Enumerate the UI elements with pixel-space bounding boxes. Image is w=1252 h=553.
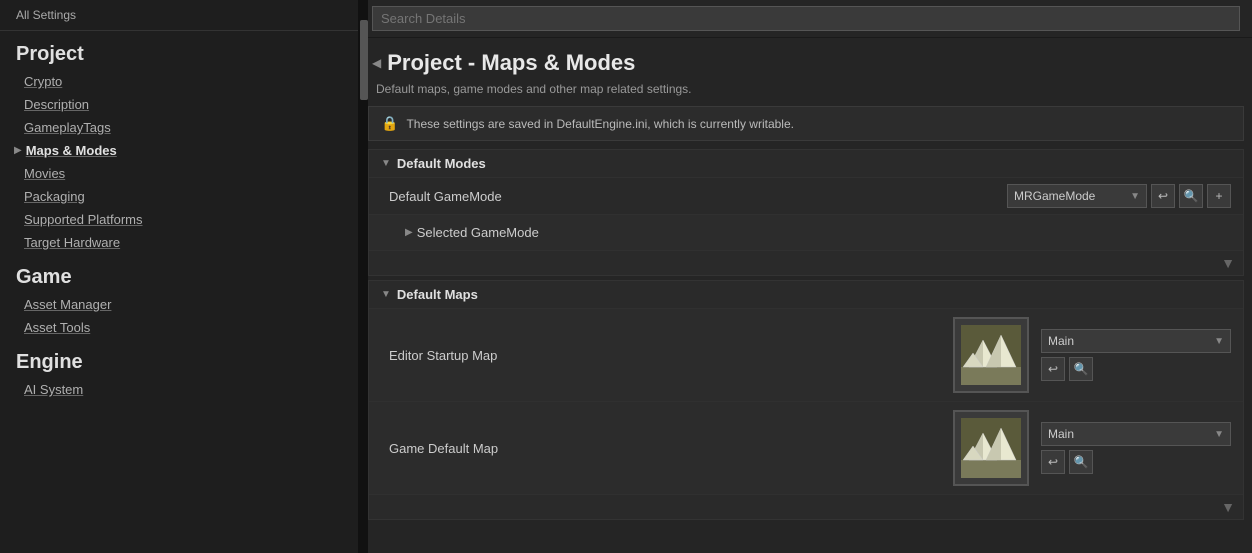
default-modes-section: ▼ Default Modes Default GameMode MRGameM… [368, 149, 1244, 276]
sidebar-item-movies[interactable]: Movies [0, 162, 358, 185]
default-gamemode-row: Default GameMode MRGameMode ▼ ↩ 🔍 + [369, 177, 1243, 214]
default-gamemode-reset-button[interactable]: ↩ [1151, 184, 1175, 208]
default-modes-down-arrow-icon: ▼ [1221, 255, 1235, 271]
default-modes-title-bar[interactable]: ▼ Default Modes [369, 150, 1243, 177]
default-gamemode-dropdown-value: MRGameMode [1014, 189, 1095, 203]
default-maps-footer: ▼ [369, 494, 1243, 519]
sidebar-scrollbar [360, 0, 368, 553]
sidebar-item-asset-manager[interactable]: Asset Manager [0, 293, 358, 316]
info-bar: 🔒 These settings are saved in DefaultEng… [368, 106, 1244, 141]
selected-gamemode-expand-icon[interactable]: ▶ [405, 227, 413, 238]
project-section-header: Project [0, 31, 358, 70]
default-maps-collapse-icon: ▼ [381, 289, 391, 300]
game-section-header: Game [0, 254, 358, 293]
game-default-map-dropdown[interactable]: Main ▼ [1041, 422, 1231, 446]
sidebar-item-crypto[interactable]: Crypto [0, 70, 358, 93]
search-bar [360, 0, 1252, 38]
editor-startup-map-thumbnail [953, 317, 1029, 393]
game-default-map-search-button[interactable]: 🔍 [1069, 450, 1093, 474]
editor-startup-map-reset-button[interactable]: ↩ [1041, 357, 1065, 381]
editor-startup-map-search-button[interactable]: 🔍 [1069, 357, 1093, 381]
sidebar-item-packaging[interactable]: Packaging [0, 185, 358, 208]
sidebar-item-target-hardware[interactable]: Target Hardware [0, 231, 358, 254]
search-input[interactable] [372, 6, 1240, 31]
editor-startup-map-row: Editor Startup Map [369, 308, 1243, 401]
default-gamemode-add-button[interactable]: + [1207, 184, 1231, 208]
all-settings-link[interactable]: All Settings [0, 0, 358, 31]
content-area: ◀ Project - Maps & Modes Default maps, g… [360, 38, 1252, 553]
sidebar: All Settings Project Crypto Description … [0, 0, 360, 553]
sidebar-item-supported-platforms[interactable]: Supported Platforms [0, 208, 358, 231]
editor-startup-map-dropdown-arrow-icon: ▼ [1214, 336, 1224, 347]
sidebar-item-description[interactable]: Description [0, 93, 358, 116]
page-title-arrow-icon: ◀ [372, 56, 381, 70]
game-default-map-reset-button[interactable]: ↩ [1041, 450, 1065, 474]
engine-section-header: Engine [0, 339, 358, 378]
info-message: These settings are saved in DefaultEngin… [406, 117, 794, 131]
maps-modes-arrow-icon: ▶ [14, 145, 22, 156]
default-gamemode-controls: MRGameMode ▼ ↩ 🔍 + [1007, 184, 1231, 208]
game-default-map-dropdown-col: Main ▼ ↩ 🔍 [1041, 422, 1231, 474]
sidebar-item-gameplay-tags[interactable]: GameplayTags [0, 116, 358, 139]
editor-startup-map-dropdown[interactable]: Main ▼ [1041, 329, 1231, 353]
main-content: ◀ Project - Maps & Modes Default maps, g… [360, 0, 1252, 553]
default-modes-title: Default Modes [397, 156, 486, 171]
editor-startup-map-dropdown-col: Main ▼ ↩ 🔍 [1041, 329, 1231, 381]
selected-gamemode-label: ▶ Selected GameMode [389, 225, 1231, 240]
selected-gamemode-text: Selected GameMode [417, 225, 539, 240]
sidebar-item-ai-system[interactable]: AI System [0, 378, 358, 401]
page-subtitle: Default maps, game modes and other map r… [360, 80, 1252, 106]
editor-startup-map-controls: Main ▼ ↩ 🔍 [953, 317, 1231, 393]
sidebar-scrollbar-thumb[interactable] [360, 20, 368, 100]
page-title: Project - Maps & Modes [387, 50, 635, 76]
default-modes-collapse-icon: ▼ [381, 158, 391, 169]
editor-startup-map-dropdown-value: Main [1048, 334, 1074, 348]
default-gamemode-label: Default GameMode [389, 189, 1007, 204]
default-modes-footer: ▼ [369, 250, 1243, 275]
sidebar-item-maps-modes-label: Maps & Modes [26, 143, 117, 158]
default-maps-section: ▼ Default Maps Editor Startup Map [368, 280, 1244, 520]
default-maps-down-arrow-icon: ▼ [1221, 499, 1235, 515]
game-default-map-controls: Main ▼ ↩ 🔍 [953, 410, 1231, 486]
game-default-map-dropdown-value: Main [1048, 427, 1074, 441]
editor-startup-map-label: Editor Startup Map [389, 348, 953, 363]
sidebar-item-maps-modes[interactable]: ▶ Maps & Modes [0, 139, 358, 162]
game-default-map-thumbnail [953, 410, 1029, 486]
game-default-map-row: Game Default Map [369, 401, 1243, 494]
default-maps-title-bar[interactable]: ▼ Default Maps [369, 281, 1243, 308]
sidebar-item-asset-tools[interactable]: Asset Tools [0, 316, 358, 339]
default-gamemode-dropdown-arrow-icon: ▼ [1130, 191, 1140, 202]
default-maps-title: Default Maps [397, 287, 478, 302]
lock-icon: 🔒 [381, 115, 398, 132]
default-gamemode-dropdown[interactable]: MRGameMode ▼ [1007, 184, 1147, 208]
default-gamemode-search-button[interactable]: 🔍 [1179, 184, 1203, 208]
page-title-row: ◀ Project - Maps & Modes [360, 38, 1252, 80]
selected-gamemode-row: ▶ Selected GameMode [369, 214, 1243, 250]
game-default-map-label: Game Default Map [389, 441, 953, 456]
game-default-map-dropdown-arrow-icon: ▼ [1214, 429, 1224, 440]
